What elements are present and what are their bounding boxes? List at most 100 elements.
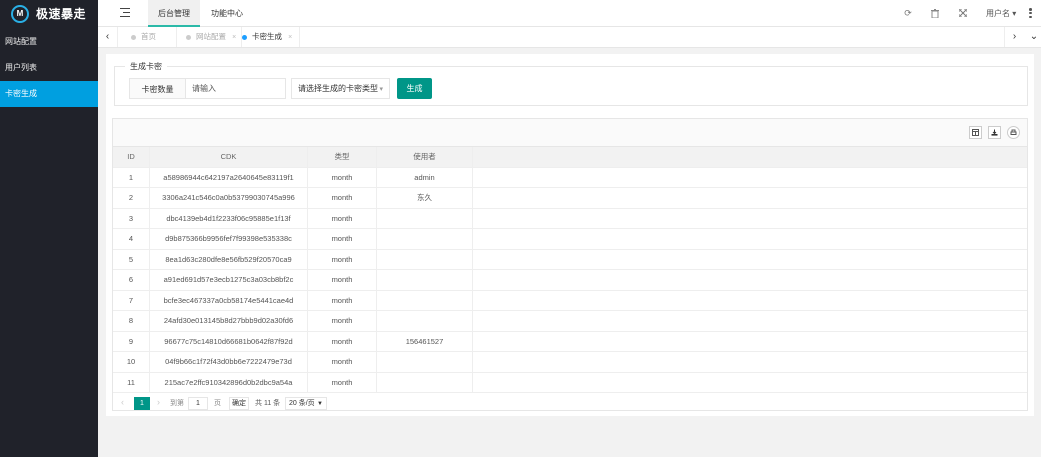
page-size-value: 20 条/页 [289,400,315,407]
quantity-input[interactable] [186,78,286,99]
sidebar-item-site-config[interactable]: 网站配置 [0,29,98,55]
cell-type: month [308,352,377,373]
tab-admin[interactable]: 后台管理 [148,0,200,27]
table-row[interactable]: 10 04f9b66c1f72f43d0bb6e7222479e73d mont… [113,352,1027,373]
logo-icon: M [11,4,29,23]
cell-id: 3 [113,208,150,229]
table-row[interactable]: 2 3306a241c546c0a0b53799030745a996 month… [113,188,1027,209]
page-tab-card-generate[interactable]: 卡密生成 × [242,27,300,47]
next-page-icon[interactable]: › [157,397,160,407]
export-icon[interactable] [988,126,1001,139]
generate-button[interactable]: 生成 [397,78,432,99]
cell-cdk: bcfe3ec467337a0cb58174e5441cae4d [150,290,308,311]
cell-cdk: d9b875366b9956fef7f99398e535338c [150,229,308,250]
user-menu[interactable]: 用户名 ▾ [986,0,1016,27]
cell-type: month [308,167,377,188]
cell-id: 6 [113,270,150,291]
cell-user: 156461527 [377,331,473,352]
cell-type: month [308,290,377,311]
columns-filter-icon[interactable] [969,126,982,139]
menu-toggle-icon[interactable] [120,8,130,18]
column-header-type[interactable]: 类型 [308,147,377,168]
cell-user: 东久 [377,188,473,209]
table-row[interactable]: 1 a58986944c642197a2640645e83119f1 month… [113,167,1027,188]
page-tab-label: 卡密生成 [252,32,282,41]
page-tabs-bar: ‹ 首页 网站配置 × 卡密生成 × › ⌄ [98,27,1041,48]
cell-id: 10 [113,352,150,373]
user-name: 用户名 [986,9,1010,18]
cell-user [377,372,473,393]
tab-dot-icon [242,35,247,40]
cell-id: 7 [113,290,150,311]
main-content: 生成卡密 卡密数量 请选择生成的卡密类型 ▾ 生成 ID CDK 类型 [106,54,1034,416]
cell-user [377,208,473,229]
refresh-icon[interactable]: ⟳ [900,0,916,27]
cell-user [377,249,473,270]
tab-function-center[interactable]: 功能中心 [201,0,253,27]
table-header-row: ID CDK 类型 使用者 [113,147,1027,168]
cell-user [377,290,473,311]
cell-user [377,311,473,332]
table-row[interactable]: 3 dbc4139eb4d1f2233f06c95885e1f13f month [113,208,1027,229]
tabs-scroll-left-icon[interactable]: ‹ [98,27,118,47]
column-header-user[interactable]: 使用者 [377,147,473,168]
trash-icon[interactable] [927,0,943,27]
sidebar-nav: 网站配置 用户列表 卡密生成 [0,29,98,107]
more-vertical-icon[interactable] [1029,8,1032,19]
table-row[interactable]: 9 96677c75c14810d66681b0642f87f92d month… [113,331,1027,352]
table-row[interactable]: 6 a91ed691d57e3ecb1275c3a03cb8bf2c month [113,270,1027,291]
fieldset-legend: 生成卡密 [125,61,167,72]
cell-id: 5 [113,249,150,270]
page-tab-home[interactable]: 首页 [131,27,177,47]
cell-id: 2 [113,188,150,209]
tabs-scroll-right-icon[interactable]: › [1004,27,1024,47]
column-header-id[interactable]: ID [113,147,150,168]
table-row[interactable]: 5 8ea1d63c280dfe8e56fb529f20570ca9 month [113,249,1027,270]
app-title: 极速暴走 [36,7,87,21]
table-toolbar [113,119,1027,147]
column-header-cdk[interactable]: CDK [150,147,308,168]
cell-type: month [308,188,377,209]
tabs-menu-chevron-icon[interactable]: ⌄ [1024,27,1044,47]
card-type-select[interactable]: 请选择生成的卡密类型 ▾ [291,78,390,99]
fullscreen-icon[interactable] [955,0,971,27]
cell-id: 8 [113,311,150,332]
table-row[interactable]: 7 bcfe3ec467337a0cb58174e5441cae4d month [113,290,1027,311]
cell-cdk: a58986944c642197a2640645e83119f1 [150,167,308,188]
logo[interactable]: M 极速暴走 [0,0,98,27]
cell-cdk: 215ac7e2ffc910342896d0b2dbc9a54a [150,372,308,393]
cell-type: month [308,249,377,270]
cell-type: month [308,208,377,229]
close-icon[interactable]: × [232,34,236,41]
chevron-down-icon: ▾ [1012,9,1017,18]
cell-type: month [308,270,377,291]
page-tab-site-config[interactable]: 网站配置 × [186,27,242,47]
table-row[interactable]: 8 24afd30e013145b8d27bbb9d02a30fd6 month [113,311,1027,332]
cell-type: month [308,372,377,393]
goto-page-input[interactable] [188,397,208,410]
cell-cdk: a91ed691d57e3ecb1275c3a03cb8bf2c [150,270,308,291]
cell-id: 9 [113,331,150,352]
cell-cdk: dbc4139eb4d1f2233f06c95885e1f13f [150,208,308,229]
cell-user [377,352,473,373]
cell-id: 4 [113,229,150,250]
print-icon[interactable] [1007,126,1020,139]
page-size-select[interactable]: 20 条/页 ▼ [285,397,327,410]
pagination: ‹ 1 › 到第 页 确定 共 11 条 20 条/页 ▼ [113,394,1027,412]
page-number-current[interactable]: 1 [134,397,150,410]
goto-confirm-button[interactable]: 确定 [229,397,249,410]
close-icon[interactable]: × [288,34,292,41]
vertical-scrollbar[interactable] [1041,0,1050,457]
prev-page-icon[interactable]: ‹ [121,397,124,407]
cell-id: 11 [113,372,150,393]
sidebar-item-user-list[interactable]: 用户列表 [0,55,98,81]
cell-id: 1 [113,167,150,188]
table-row[interactable]: 4 d9b875366b9956fef7f99398e535338c month [113,229,1027,250]
table-row[interactable]: 11 215ac7e2ffc910342896d0b2dbc9a54a mont… [113,372,1027,393]
sidebar-item-card-generate[interactable]: 卡密生成 [0,81,98,107]
quantity-label: 卡密数量 [129,78,186,99]
chevron-down-icon: ▾ [379,86,383,93]
cell-type: month [308,331,377,352]
cell-cdk: 8ea1d63c280dfe8e56fb529f20570ca9 [150,249,308,270]
cell-type: month [308,229,377,250]
